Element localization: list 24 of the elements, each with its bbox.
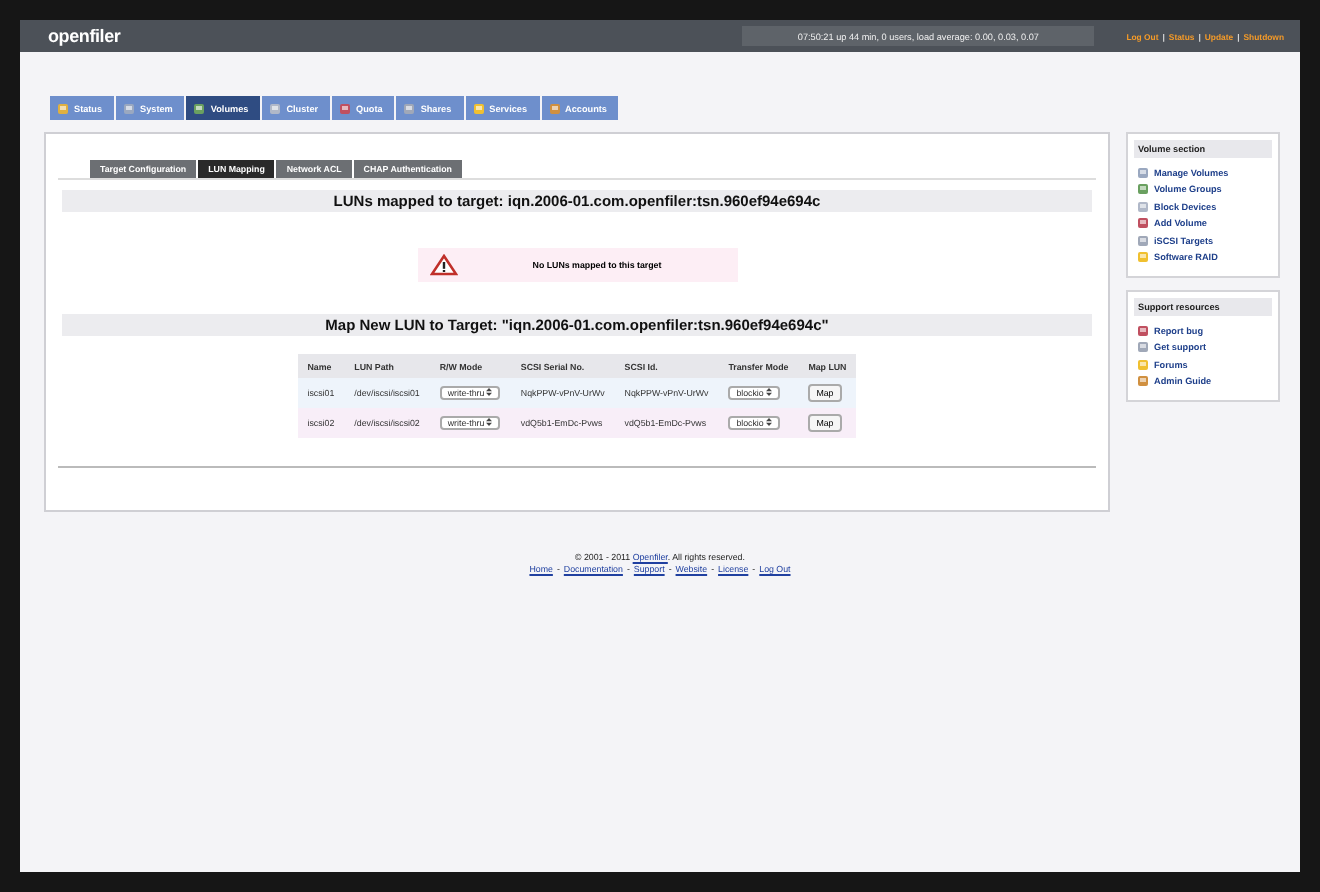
tab-icon [124,103,135,113]
tab-icon [549,103,560,113]
tab-icon [473,103,484,113]
dropdown-arrows-icon [486,418,493,426]
tab-icon [58,103,68,113]
menu-icon [1138,359,1148,370]
logo: openfiler [48,26,121,46]
tab-icon [270,103,281,113]
menu-icon [1138,325,1148,336]
menu-icon [1138,235,1148,246]
dropdown-arrows-icon [766,388,773,396]
menu-icon [1138,342,1148,353]
menu-icon [1138,218,1148,229]
menu-icon [1138,376,1148,387]
menu-icon [1138,184,1148,195]
tab-icon [340,103,351,113]
dropdown-arrows-icon [766,418,773,426]
tab-icon [404,103,415,113]
menu-icon [1138,201,1148,212]
menu-icon [1138,167,1148,178]
dropdown-arrows-icon [486,388,493,396]
warning-icon [429,254,457,276]
tab-icon [194,103,205,113]
menu-icon [1138,252,1148,263]
